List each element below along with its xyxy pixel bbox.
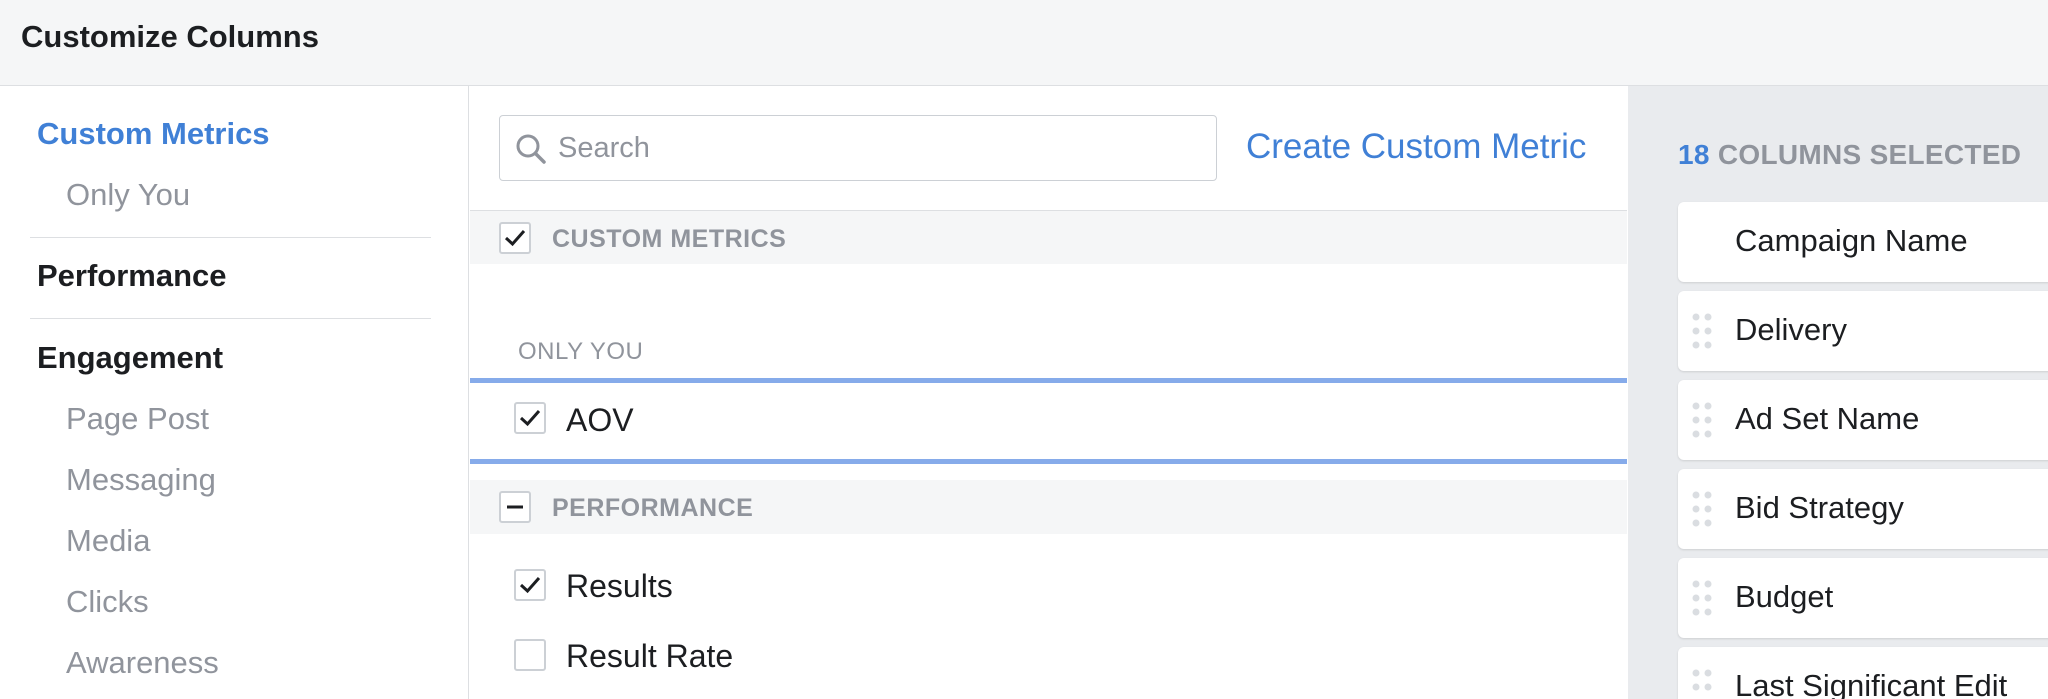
- nav-item-messaging[interactable]: Messaging: [66, 462, 216, 498]
- section-header-custom-metrics: CUSTOM METRICS: [470, 210, 1627, 264]
- search-input[interactable]: [558, 126, 1198, 170]
- metrics-list-panel: Create Custom Metric CUSTOM METRICS ONLY…: [470, 86, 1627, 699]
- search-box[interactable]: [499, 115, 1217, 181]
- create-custom-metric-link[interactable]: Create Custom Metric: [1246, 127, 1586, 167]
- title-bar: Customize Columns: [0, 0, 2048, 86]
- selected-column-card[interactable]: Delivery: [1678, 291, 2048, 371]
- selected-column-card[interactable]: Last Significant Edit: [1678, 647, 2048, 699]
- selected-count-number: 18: [1678, 139, 1710, 170]
- drag-handle-icon[interactable]: [1690, 578, 1714, 618]
- selected-column-name: Ad Set Name: [1735, 401, 1920, 436]
- minus-icon: [507, 505, 523, 509]
- selected-column-name: Bid Strategy: [1735, 490, 1904, 525]
- search-icon: [516, 134, 546, 164]
- nav-item-awareness[interactable]: Awareness: [66, 645, 219, 681]
- selected-column-name: Budget: [1735, 579, 1834, 614]
- nav-divider: [30, 318, 431, 319]
- drag-handle-icon[interactable]: [1690, 489, 1714, 529]
- metric-label-result-rate: Result Rate: [566, 638, 734, 674]
- section-label-custom-metrics: CUSTOM METRICS: [552, 225, 787, 253]
- selected-column-name: Delivery: [1735, 312, 1847, 347]
- nav-item-performance[interactable]: Performance: [37, 258, 227, 294]
- columns-selected-count: 18 COLUMNS SELECTED: [1678, 139, 2021, 171]
- checkmark-icon: [519, 577, 541, 594]
- selected-columns-panel: 18 COLUMNS SELECTED Campaign Name Delive…: [1628, 86, 2048, 699]
- nav-item-custom-metrics[interactable]: Custom Metrics: [37, 116, 270, 152]
- category-nav: Custom Metrics Only You Performance Enga…: [0, 86, 469, 699]
- dialog-title: Customize Columns: [21, 19, 319, 54]
- drag-handle-icon[interactable]: [1690, 667, 1714, 699]
- selected-column-card[interactable]: Campaign Name: [1678, 202, 2048, 282]
- checkmark-icon: [519, 410, 541, 427]
- nav-item-engagement[interactable]: Engagement: [37, 340, 223, 376]
- results-checkbox[interactable]: [514, 569, 546, 601]
- nav-item-page-post[interactable]: Page Post: [66, 401, 209, 437]
- selected-column-card[interactable]: Ad Set Name: [1678, 380, 2048, 460]
- selected-column-name: Campaign Name: [1735, 223, 1968, 258]
- section-header-performance: PERFORMANCE: [470, 480, 1627, 534]
- nav-item-only-you[interactable]: Only You: [66, 177, 190, 213]
- drag-handle-icon[interactable]: [1690, 400, 1714, 440]
- nav-item-clicks[interactable]: Clicks: [66, 584, 149, 620]
- custom-metrics-checkbox[interactable]: [499, 222, 531, 254]
- metric-label-results: Results: [566, 568, 673, 604]
- selected-column-card[interactable]: Bid Strategy: [1678, 469, 2048, 549]
- selected-count-label: COLUMNS SELECTED: [1717, 139, 2022, 170]
- drag-handle-icon[interactable]: [1690, 311, 1714, 351]
- metric-row-aov[interactable]: AOV: [470, 378, 1627, 464]
- nav-item-media[interactable]: Media: [66, 523, 150, 559]
- subheader-only-you: ONLY YOU: [518, 338, 644, 365]
- selected-column-name: Last Significant Edit: [1735, 668, 2008, 699]
- result-rate-checkbox[interactable]: [514, 639, 546, 671]
- performance-checkbox[interactable]: [499, 491, 531, 523]
- checkmark-icon: [504, 230, 526, 247]
- metric-label-aov: AOV: [566, 402, 634, 438]
- selected-column-card[interactable]: Budget: [1678, 558, 2048, 638]
- aov-checkbox[interactable]: [514, 402, 546, 434]
- section-label-performance: PERFORMANCE: [552, 494, 754, 522]
- nav-divider: [30, 237, 431, 238]
